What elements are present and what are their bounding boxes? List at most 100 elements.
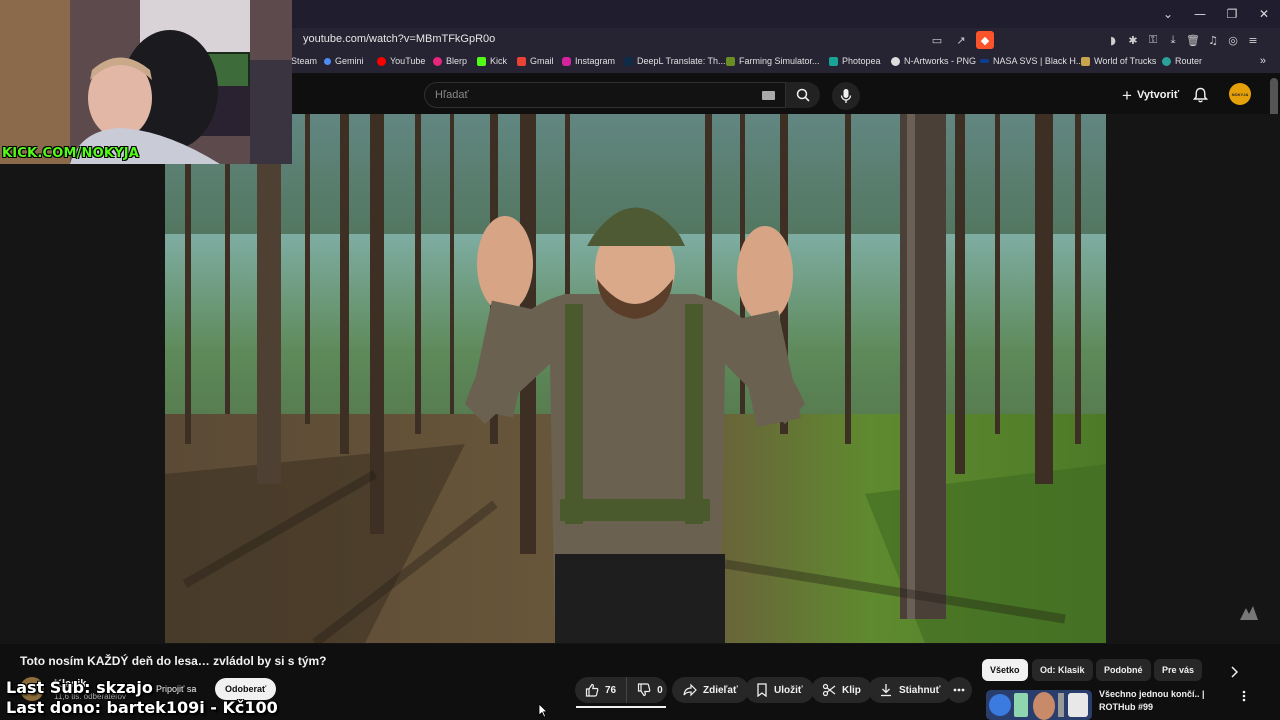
window-controls: ⌄ — ❐ ✕ xyxy=(1152,0,1280,28)
video-player[interactable] xyxy=(165,114,1106,643)
chips-next-button[interactable] xyxy=(1226,664,1242,680)
bookmark-steam[interactable]: Steam xyxy=(291,56,317,66)
like-dislike-group: 76 0 xyxy=(575,677,667,703)
tab-list-icon[interactable]: ⌄ xyxy=(1152,0,1184,28)
trash-icon[interactable]: 🗑 xyxy=(1184,31,1202,49)
instagram-icon xyxy=(562,56,571,66)
bookmark-label: NASA SVS | Black H... xyxy=(993,56,1084,66)
gmail-icon xyxy=(517,56,526,66)
more-vertical-icon xyxy=(1242,690,1246,702)
bookmark-deepl[interactable]: DeepL Translate: Th... xyxy=(624,56,726,66)
bookmark-label: Kick xyxy=(490,56,508,66)
nasa-icon xyxy=(980,59,989,63)
share-button[interactable]: Zdieľať xyxy=(672,677,749,703)
bookmarks-overflow-icon[interactable]: » xyxy=(1260,55,1266,67)
bookmark-instagram[interactable]: Instagram xyxy=(562,56,615,66)
save-button[interactable]: Uložiť xyxy=(745,677,814,703)
bookmark-router[interactable]: Router xyxy=(1162,56,1202,66)
bookmark-gmail[interactable]: Gmail xyxy=(517,56,554,66)
search-input[interactable]: Hľadať xyxy=(424,82,786,108)
keyboard-icon[interactable] xyxy=(762,91,775,100)
bookmark-world-of-trucks[interactable]: World of Trucks xyxy=(1081,56,1156,66)
globe-icon xyxy=(891,56,900,66)
webcam-feed xyxy=(0,0,292,164)
chip-from-channel[interactable]: Od: Klasik xyxy=(1032,659,1093,681)
voice-search-button[interactable] xyxy=(832,82,860,110)
bookmark-label: Gemini xyxy=(335,56,364,66)
search-icon xyxy=(796,88,810,102)
bookmark-kick[interactable]: Kick xyxy=(477,56,507,66)
screen: ⌄ — ❐ ✕ youtube.com/watch?v=MBmTFkGpR0o … xyxy=(0,0,1280,720)
bookmark-label: Photopea xyxy=(842,56,881,66)
bell-icon xyxy=(1192,87,1208,103)
recommended-title-line-2: ROTHub #99 xyxy=(1099,702,1154,712)
bookmark-blerp[interactable]: Blerp xyxy=(433,56,467,66)
bookmark-n-artworks[interactable]: N-Artworks - PNG xyxy=(891,56,976,66)
download-button[interactable]: Stiahnuť xyxy=(868,677,952,703)
bookmark-label: World of Trucks xyxy=(1094,56,1157,66)
thumbnail-image xyxy=(986,690,1092,720)
avatar-text: NOKYJA xyxy=(1231,91,1249,97)
microphone-icon xyxy=(840,89,852,103)
vpn-icon[interactable]: ◎ xyxy=(1224,31,1242,49)
extensions-bar: ◗ ✱ ⚿ ⤓ 🗑 ♫ ◎ ≡ xyxy=(1104,31,1262,49)
streamer-webcam: KICK.COM/NOKYJA xyxy=(0,0,292,164)
share-label: Zdieľať xyxy=(703,684,738,696)
brave-shield-icon[interactable]: ◆ xyxy=(976,31,994,49)
cast-icon[interactable]: ▭ xyxy=(928,31,946,49)
bookmark-youtube[interactable]: YouTube xyxy=(377,56,425,66)
bookmark-photopea[interactable]: Photopea xyxy=(829,56,881,66)
bookmark-label: Instagram xyxy=(575,56,616,66)
menu-icon[interactable]: ≡ xyxy=(1244,31,1262,49)
create-button[interactable]: + Vytvoriť xyxy=(1112,82,1189,108)
minimize-icon[interactable]: — xyxy=(1184,0,1216,28)
join-button[interactable]: Pripojiť sa xyxy=(146,678,207,700)
recommended-video-menu[interactable] xyxy=(1238,689,1250,703)
close-icon[interactable]: ✕ xyxy=(1248,0,1280,28)
mouse-cursor-icon xyxy=(538,703,548,718)
translate-extension-icon[interactable]: ◗ xyxy=(1104,31,1122,49)
bookmark-farming-simulator[interactable]: Farming Simulator... xyxy=(726,56,820,66)
download-label: Stiahnuť xyxy=(899,684,941,696)
like-count: 76 xyxy=(605,684,617,696)
channel-watermark-icon[interactable] xyxy=(1236,600,1262,626)
share-page-icon[interactable]: ↗ xyxy=(952,31,970,49)
gemini-icon xyxy=(324,57,331,65)
music-icon[interactable]: ♫ xyxy=(1204,31,1222,49)
dislike-button[interactable]: 0 xyxy=(627,677,673,703)
stream-overlay-last-sub: Last Sub: skzajo xyxy=(6,678,153,697)
chip-for-you[interactable]: Pre vás xyxy=(1154,659,1203,681)
key-icon[interactable]: ⚿ xyxy=(1144,31,1162,49)
kick-icon xyxy=(477,56,486,66)
bookmark-label: Farming Simulator... xyxy=(739,56,820,66)
chip-related[interactable]: Podobné xyxy=(1096,659,1151,681)
clip-button[interactable]: Klip xyxy=(811,677,872,703)
recommended-title-line-1: Všechno jednou končí.. | xyxy=(1099,689,1205,699)
download-icon[interactable]: ⤓ xyxy=(1164,31,1182,49)
farming-simulator-icon xyxy=(726,56,735,66)
bookmark-nasa-svs[interactable]: NASA SVS | Black H... xyxy=(980,56,1083,66)
bookmark-label: Gmail xyxy=(530,56,554,66)
maximize-icon[interactable]: ❐ xyxy=(1216,0,1248,28)
more-actions-button[interactable] xyxy=(946,677,972,703)
bookmark-label: Blerp xyxy=(446,56,468,66)
search-placeholder: Hľadať xyxy=(435,89,469,101)
blerp-icon xyxy=(433,56,442,66)
youtube-icon xyxy=(377,56,386,66)
bookmark-label: Steam xyxy=(291,56,318,66)
puzzle-extensions-icon[interactable]: ✱ xyxy=(1124,31,1142,49)
chip-all[interactable]: Všetko xyxy=(982,659,1028,681)
bookmark-gemini[interactable]: Gemini xyxy=(324,56,364,66)
recommended-video-title[interactable]: Všechno jednou končí.. | ROTHub #99 xyxy=(1099,688,1209,714)
photopea-icon xyxy=(829,56,838,66)
notifications-button[interactable] xyxy=(1190,85,1210,105)
address-bar-url[interactable]: youtube.com/watch?v=MBmTFkGpR0o xyxy=(303,33,495,45)
deepl-icon xyxy=(624,56,633,66)
recommended-video-thumbnail[interactable] xyxy=(986,690,1092,720)
chevron-right-icon xyxy=(1231,666,1238,678)
scissors-icon xyxy=(822,683,836,697)
subscribed-button[interactable]: Odoberať xyxy=(215,678,277,700)
like-button[interactable]: 76 xyxy=(575,677,628,703)
account-avatar[interactable]: NOKYJA xyxy=(1229,83,1251,105)
search-button[interactable] xyxy=(786,82,820,108)
